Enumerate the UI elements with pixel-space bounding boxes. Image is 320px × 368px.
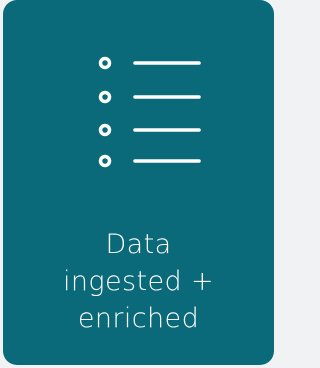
- caption-line-2: ingested +: [62, 266, 215, 297]
- caption-line-1: Data: [105, 229, 172, 260]
- status-card: Data ingested + enriched: [3, 0, 274, 365]
- bulleted-list-icon: [98, 56, 201, 168]
- card-caption: Data ingested + enriched: [3, 226, 274, 337]
- caption-line-3: enriched: [77, 303, 200, 334]
